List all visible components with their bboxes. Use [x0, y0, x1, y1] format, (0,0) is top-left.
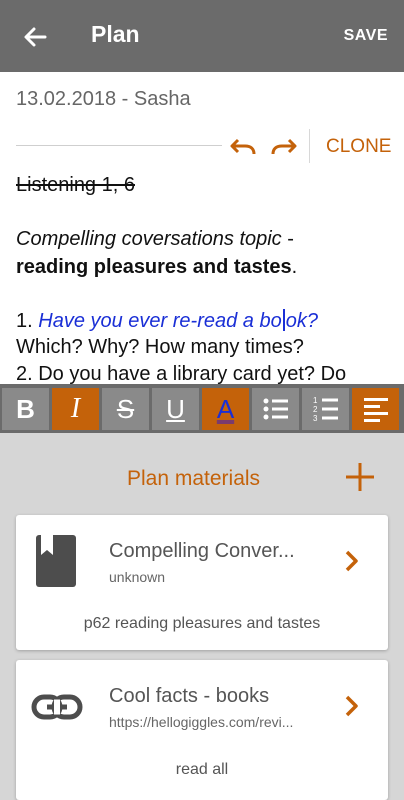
- undo-icon[interactable]: [229, 136, 257, 158]
- align-left-icon: [363, 398, 388, 422]
- text-line: Listening 1, 6: [16, 174, 135, 196]
- clone-button[interactable]: CLONE: [326, 136, 391, 158]
- italic-icon: I: [70, 393, 81, 424]
- text-line: 1. Have you ever re-read a bo ok?: [16, 309, 318, 333]
- rich-text-editor[interactable]: 13.02.2018 - Sasha CLONE Listening 1, 6 …: [0, 72, 404, 384]
- material-url: https://hellogiggles.com/revi...: [109, 714, 294, 730]
- svg-text:3: 3: [313, 414, 318, 423]
- numbered-list-icon: 1 2 3: [313, 396, 338, 423]
- plan-materials-title: Plan materials: [127, 467, 261, 490]
- save-button[interactable]: SAVE: [344, 27, 388, 45]
- text-line: 2. Do you have a library card yet? Do: [16, 363, 347, 384]
- text-line: Which? Why? How many times?: [16, 336, 304, 358]
- chevron-right-icon[interactable]: [344, 549, 360, 573]
- material-card[interactable]: Cool facts - books https://hellogiggles.…: [16, 660, 388, 800]
- vertical-separator: [309, 129, 310, 163]
- strikethrough-button[interactable]: S: [102, 388, 149, 430]
- bold-icon: B: [16, 393, 35, 424]
- redo-icon[interactable]: [270, 136, 298, 158]
- back-arrow-icon[interactable]: [20, 22, 50, 52]
- bookmark-icon: [36, 535, 76, 587]
- italic-text: Compelling coversations topic: [16, 228, 282, 250]
- link-icon: [31, 694, 83, 720]
- blue-italic-text: Have you ever re-read a bo: [38, 310, 282, 332]
- page-title: Plan: [91, 21, 140, 47]
- text-line: reading pleasures and tastes.: [16, 256, 297, 279]
- app-bar: Plan SAVE: [0, 0, 404, 72]
- bullet-list-button[interactable]: [252, 388, 299, 430]
- underline-icon: U: [166, 393, 185, 424]
- plan-date-author: 13.02.2018 - Sasha: [16, 88, 191, 110]
- material-subtitle: unknown: [109, 569, 166, 585]
- material-description: read all: [175, 761, 229, 778]
- align-left-button[interactable]: [352, 388, 399, 430]
- plan-materials-section: Plan materials Compelling Conver... unkn…: [0, 433, 404, 800]
- material-card[interactable]: Compelling Conver... unknown p62 reading…: [16, 515, 388, 650]
- blue-italic-text: ok?: [285, 310, 318, 332]
- numbered-list-button[interactable]: 1 2 3: [302, 388, 349, 430]
- strikethrough-icon: S: [116, 393, 135, 424]
- divider: [16, 145, 222, 146]
- svg-text:2: 2: [313, 405, 318, 414]
- text-line: Compelling coversations topic -: [16, 228, 294, 251]
- material-description: p62 reading pleasures and tastes: [83, 615, 321, 632]
- svg-text:1: 1: [313, 396, 318, 405]
- text-color-icon: A: [216, 393, 235, 424]
- add-icon[interactable]: [344, 461, 376, 493]
- text-color-button[interactable]: A: [202, 388, 249, 430]
- underline-button[interactable]: U: [152, 388, 199, 430]
- chevron-right-icon[interactable]: [344, 694, 360, 718]
- material-title: Compelling Conver...: [109, 540, 295, 562]
- plain-text: .: [291, 256, 298, 278]
- bullet-list-icon: [263, 398, 288, 420]
- list-number: 1.: [16, 310, 39, 332]
- bold-text: reading pleasures and tastes: [16, 256, 292, 278]
- material-title: Cool facts - books: [109, 685, 270, 707]
- format-toolbar: B I S U A 1 2 3: [0, 384, 404, 433]
- text-cursor: [282, 309, 285, 331]
- italic-button[interactable]: I: [52, 388, 99, 430]
- bold-button[interactable]: B: [2, 388, 49, 430]
- plain-text: -: [281, 228, 294, 250]
